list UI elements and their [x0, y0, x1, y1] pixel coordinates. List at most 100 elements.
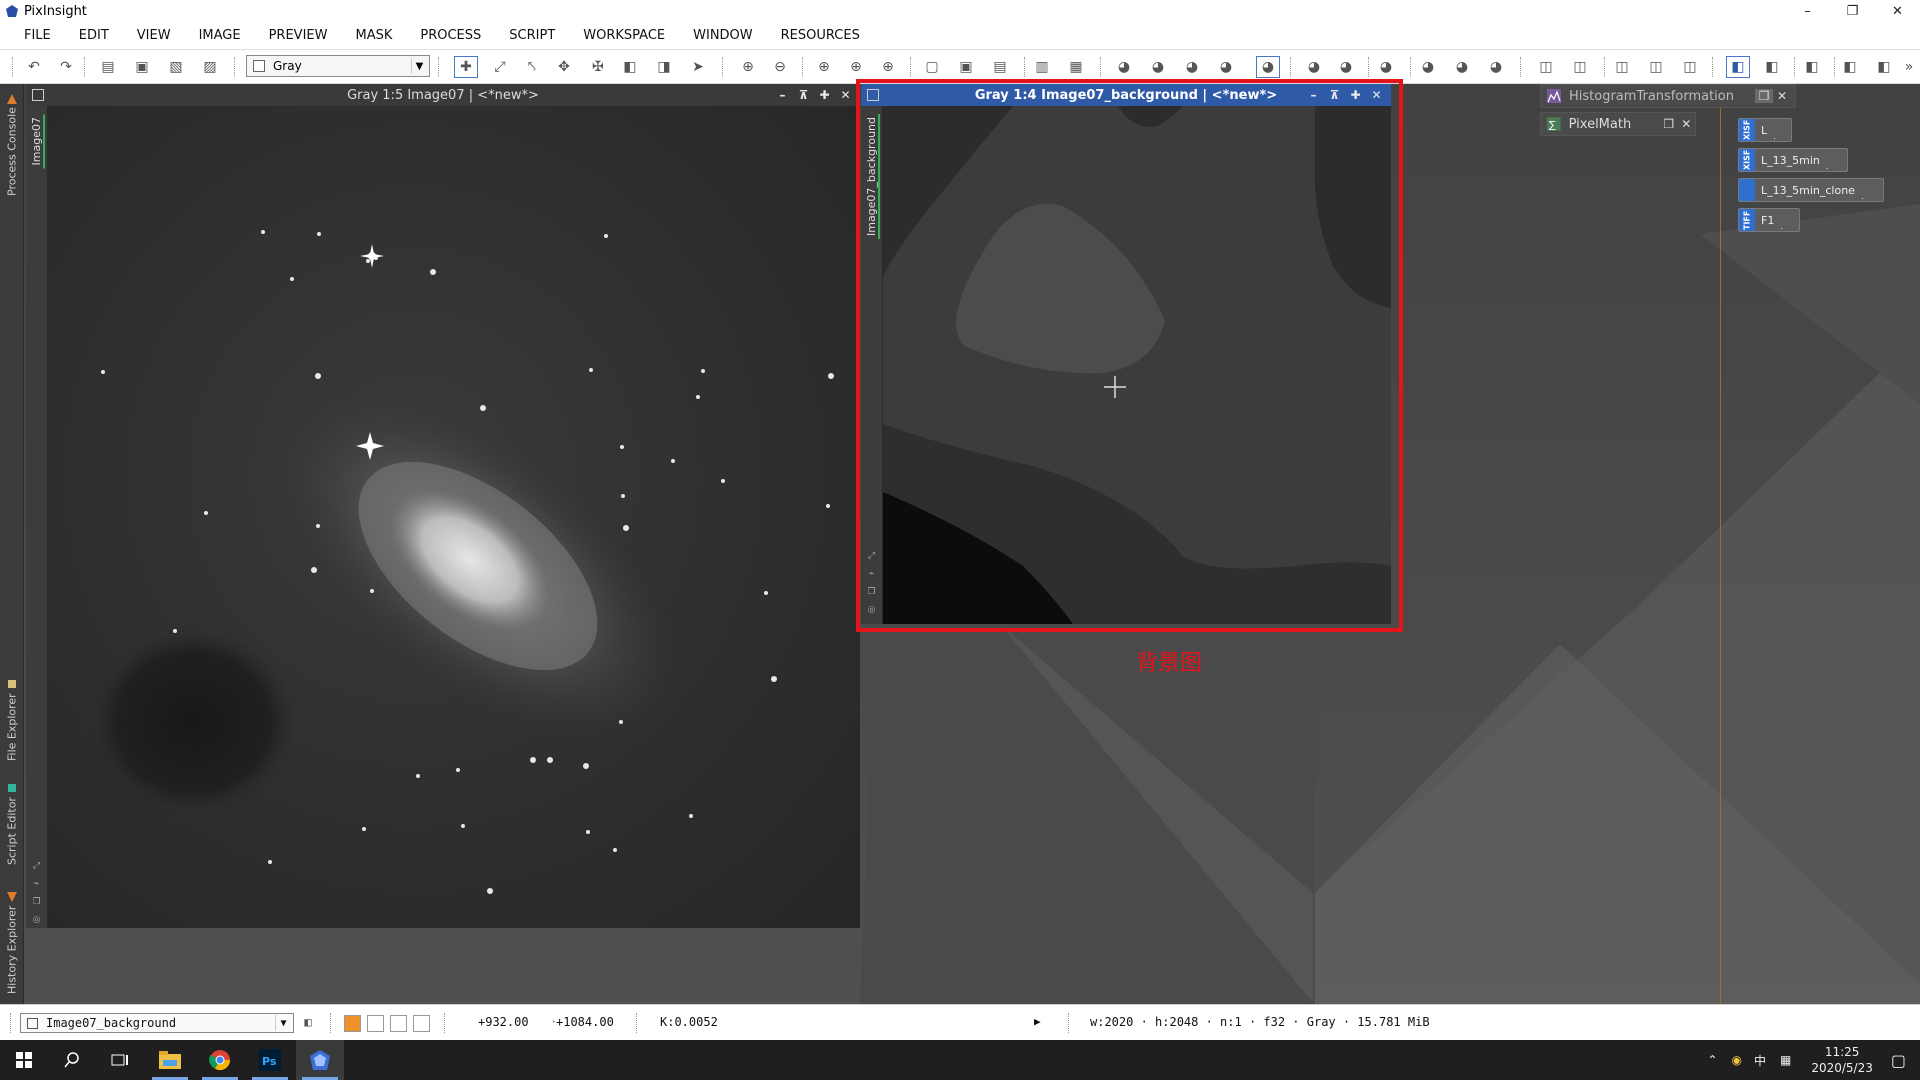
process-icon-6[interactable]: ◕: [1302, 56, 1326, 78]
redo-icon[interactable]: ↷: [54, 56, 78, 78]
notification-icon[interactable]: ▢: [1891, 1051, 1906, 1070]
clone-icon[interactable]: ❐: [866, 586, 877, 597]
view-options-icon[interactable]: ◧: [298, 1012, 318, 1032]
new-image-icon[interactable]: ▤: [96, 56, 120, 78]
image-window-main-titlebar[interactable]: Gray 1:5 Image07 | <*new*> – ⊼ ✚ ✕: [26, 84, 860, 106]
tab-file-explorer[interactable]: File Explorer: [2, 670, 22, 770]
minimize-button[interactable]: –: [1785, 0, 1830, 22]
play-icon[interactable]: ▶: [1034, 1015, 1041, 1028]
close-icon[interactable]: ✕: [835, 88, 856, 102]
menu-mask[interactable]: MASK: [341, 22, 406, 50]
clock[interactable]: 11:25 2020/5/23: [1811, 1044, 1873, 1076]
pixinsight-app-icon[interactable]: [296, 1040, 344, 1080]
image-icon-l-13-5min-clone[interactable]: L_13_5min_clone ․: [1738, 178, 1884, 202]
shade-icon[interactable]: ⊼: [1324, 88, 1345, 102]
zoom-fit-window-icon[interactable]: ⤣: [520, 56, 544, 78]
explorer-icon[interactable]: ◫: [1534, 56, 1558, 78]
readout-mode-icon[interactable]: ✚: [454, 56, 478, 78]
image-window-main-id-tab[interactable]: Image07: [30, 114, 45, 169]
photoshop-app-icon[interactable]: Ps: [246, 1040, 294, 1080]
expand-icon[interactable]: ⌁: [31, 878, 42, 889]
process-icon-7[interactable]: ◕: [1334, 56, 1358, 78]
menu-view[interactable]: VIEW: [123, 22, 185, 50]
close-button[interactable]: ✕: [1875, 0, 1920, 22]
menu-file[interactable]: FILE: [10, 22, 65, 50]
task-view-icon[interactable]: [96, 1040, 144, 1080]
process-icon-3[interactable]: ◕: [1180, 56, 1204, 78]
mask-icon[interactable]: ▥: [1030, 56, 1054, 78]
process-icon-4[interactable]: ◕: [1214, 56, 1238, 78]
stf-reset-icon[interactable]: ▤: [988, 56, 1012, 78]
shade-icon[interactable]: ⊼: [793, 88, 814, 102]
process-icon-9[interactable]: ◕: [1416, 56, 1440, 78]
channel-swatch[interactable]: [390, 1015, 407, 1032]
maximize-icon[interactable]: ✚: [1345, 88, 1366, 102]
open-icon[interactable]: ▣: [130, 56, 154, 78]
process-icon-1[interactable]: ◕: [1112, 56, 1136, 78]
edit-preview-icon[interactable]: ◨: [652, 56, 676, 78]
process-icon-5[interactable]: ◕: [1256, 56, 1280, 78]
pan-icon[interactable]: ✥: [552, 56, 576, 78]
minimize-icon[interactable]: –: [1303, 88, 1324, 102]
process-icon-pixelmath[interactable]: ∑ PixelMath ❐ ✕: [1540, 112, 1696, 136]
image-window-main[interactable]: Gray 1:5 Image07 | <*new*> – ⊼ ✚ ✕ Image…: [26, 84, 860, 928]
channel-swatch[interactable]: [413, 1015, 430, 1032]
image-icon-f1[interactable]: TIFF F1 ․: [1738, 208, 1800, 232]
close-icon[interactable]: ✕: [1773, 89, 1791, 103]
menu-process[interactable]: PROCESS: [406, 22, 495, 50]
channel-swatch-active[interactable]: [344, 1015, 361, 1032]
background-image-canvas[interactable]: [883, 106, 1391, 624]
channel-swatch[interactable]: [367, 1015, 384, 1032]
expand-icon[interactable]: ⌁: [866, 568, 877, 579]
process-icon-10[interactable]: ◕: [1450, 56, 1474, 78]
minimize-icon[interactable]: –: [772, 88, 793, 102]
search-icon[interactable]: [48, 1040, 96, 1080]
menu-resources[interactable]: RESOURCES: [767, 22, 874, 50]
shade-icon[interactable]: ❐: [1660, 117, 1678, 131]
view-selector[interactable]: Image07_background ▼: [20, 1013, 294, 1033]
monitor-icon-2[interactable]: ◧: [1760, 56, 1784, 78]
shade-icon[interactable]: ❐: [1755, 89, 1773, 103]
zoom-in-icon[interactable]: ⊕: [736, 56, 760, 78]
undo-icon[interactable]: ↶: [22, 56, 46, 78]
file-explorer-app-icon[interactable]: [146, 1040, 194, 1080]
process-icon-histogram-transformation[interactable]: HistogramTransformation ❐ ✕: [1540, 84, 1796, 108]
tab-script-editor[interactable]: Script Editor: [2, 774, 22, 874]
image-window-background[interactable]: Gray 1:4 Image07_background | <*new*> – …: [861, 84, 1391, 624]
close-icon[interactable]: ✕: [1366, 88, 1387, 102]
zoom-1-1-icon[interactable]: ⊕: [812, 56, 836, 78]
center-icon[interactable]: ✠: [586, 56, 610, 78]
stf-icon[interactable]: ▢: [920, 56, 944, 78]
menu-script[interactable]: SCRIPT: [495, 22, 569, 50]
workspace-icon-3[interactable]: ◫: [1678, 56, 1702, 78]
tab-history-explorer[interactable]: History Explorer: [2, 884, 22, 1002]
preview-icon[interactable]: ◧: [618, 56, 642, 78]
window-icon-3[interactable]: ◧: [1872, 56, 1896, 78]
windows-start-icon[interactable]: [0, 1040, 48, 1080]
tab-process-console[interactable]: Process Console: [2, 90, 22, 200]
menu-edit[interactable]: EDIT: [65, 22, 123, 50]
image-icon-l[interactable]: XISF L ․: [1738, 118, 1792, 142]
workspace-icon-1[interactable]: ◫: [1610, 56, 1634, 78]
process-icon-2[interactable]: ◕: [1146, 56, 1170, 78]
fit-icon[interactable]: ⤢: [866, 550, 877, 561]
menu-window[interactable]: WINDOW: [679, 22, 767, 50]
zoom-out-icon[interactable]: ⊖: [768, 56, 792, 78]
toolbar-overflow-icon[interactable]: »: [1900, 56, 1918, 78]
network-icon[interactable]: ◉: [1732, 1053, 1742, 1067]
fit-icon[interactable]: ⤢: [31, 860, 42, 871]
mask-show-icon[interactable]: ▦: [1064, 56, 1088, 78]
window-menu-icon[interactable]: [867, 89, 879, 101]
save-as-icon[interactable]: ▨: [198, 56, 222, 78]
clone-icon[interactable]: ❐: [31, 896, 42, 907]
pointer-icon[interactable]: ➤: [686, 56, 710, 78]
menu-image[interactable]: IMAGE: [185, 22, 255, 50]
menu-workspace[interactable]: WORKSPACE: [569, 22, 679, 50]
zoom-fit-screen-icon[interactable]: ⊕: [844, 56, 868, 78]
monitor-icon[interactable]: ◧: [1726, 56, 1750, 78]
process-icon-11[interactable]: ◕: [1484, 56, 1508, 78]
chevron-up-icon[interactable]: ⌃: [1707, 1053, 1717, 1067]
image-icon-l-13-5min[interactable]: XISF L_13_5min ․: [1738, 148, 1848, 172]
window-icon-1[interactable]: ◧: [1800, 56, 1824, 78]
window-menu-icon[interactable]: [32, 89, 44, 101]
